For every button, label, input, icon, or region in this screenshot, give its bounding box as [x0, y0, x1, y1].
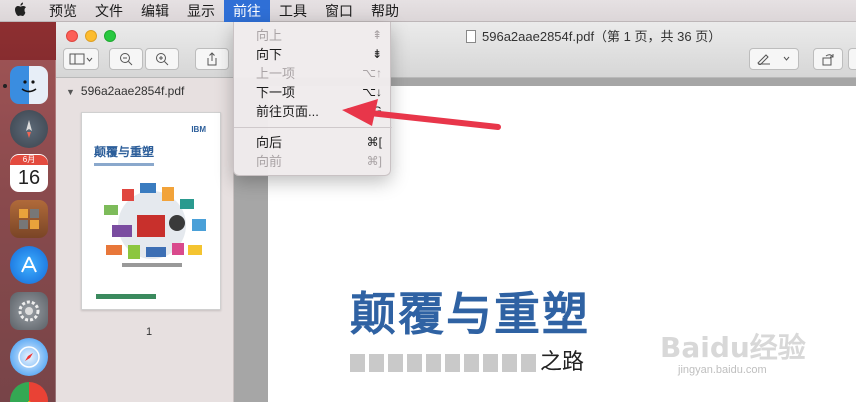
disclosure-triangle-icon[interactable]: ▼ — [66, 87, 75, 97]
thumbnail-logo: IBM — [191, 125, 206, 134]
calendar-icon[interactable]: 6月 16 — [10, 154, 48, 192]
thumbnail-sidebar: ▼ 596a2aae2854f.pdf IBM 颠覆与重塑 1 — [56, 78, 234, 402]
menu-item-shortcut: ⌘] — [366, 154, 382, 168]
share-icon — [207, 52, 217, 66]
go-menu: 向上 ⇞ 向下 ⇟ 上一项 ⌥↑ 下一项 ⌥↓ 前往页面... ⌥⌘G 向后 ⌘[ 向前 ⌘] — [233, 22, 392, 176]
redacted-text-block — [426, 354, 441, 372]
sidebar-icon — [69, 53, 93, 65]
redacted-text-block — [388, 354, 403, 372]
menu-tools[interactable]: 工具 — [270, 0, 316, 22]
menu-item-forward[interactable]: 向前 ⌘] — [234, 152, 392, 171]
dock: 6月 16 — [0, 60, 56, 402]
menu-item-shortcut: ⌘[ — [366, 135, 382, 149]
search-field-edge[interactable] — [848, 48, 856, 70]
menu-item-go-to-page[interactable]: 前往页面... ⌥⌘G — [234, 102, 392, 121]
redacted-text-block — [483, 354, 498, 372]
menu-item-shortcut: ⇟ — [371, 47, 382, 61]
menu-item-label: 向下 — [256, 47, 283, 62]
page-subtitle-visible: 之路 — [540, 349, 585, 374]
thumbnail-footer-logo — [96, 294, 156, 299]
page-thumbnail[interactable]: IBM 颠覆与重塑 — [81, 112, 221, 310]
thumbnail-title: 颠覆与重塑 — [94, 145, 155, 159]
thumbnail-illustration — [104, 183, 206, 267]
page-subtitle: 之路 — [350, 344, 584, 376]
menu-bar: 预览 文件 编辑 显示 前往 工具 窗口 帮助 — [0, 0, 856, 22]
calendar-day: 16 — [17, 167, 41, 189]
document-icon — [466, 30, 476, 43]
apple-icon[interactable] — [0, 2, 40, 20]
menu-file[interactable]: 文件 — [86, 0, 132, 22]
redacted-text-block — [407, 354, 422, 372]
zoom-in-icon — [156, 53, 169, 66]
pen-icon — [757, 54, 790, 65]
sidebar-file-name: 596a2aae2854f.pdf — [80, 84, 185, 98]
menu-item-next[interactable]: 下一项 ⌥↓ — [234, 83, 392, 102]
app-store-icon[interactable] — [10, 246, 48, 284]
share-button[interactable] — [195, 48, 229, 70]
chrome-icon[interactable] — [10, 382, 48, 402]
redacted-text-block — [464, 354, 479, 372]
window-titlebar: 596a2aae2854f.pdf（第 1 页，共 36 页） — [56, 22, 856, 78]
menu-item-shortcut: ⌥⌘G — [346, 104, 382, 118]
zoom-window-button[interactable] — [104, 30, 116, 42]
thumbnail-subtitle-line — [94, 163, 154, 166]
rotate-button[interactable] — [813, 48, 843, 70]
window-title-text: 596a2aae2854f.pdf（第 1 页，共 36 页） — [482, 29, 722, 44]
window-title: 596a2aae2854f.pdf（第 1 页，共 36 页） — [466, 26, 721, 45]
menu-item-label: 向后 — [256, 135, 283, 150]
baidu-watermark-url: jingyan.baidu.com — [678, 364, 767, 376]
zoom-out-icon — [120, 53, 133, 66]
menu-view[interactable]: 显示 — [178, 0, 224, 22]
menu-go[interactable]: 前往 — [224, 0, 270, 22]
menu-item-label: 上一项 — [256, 66, 296, 81]
zoom-in-button[interactable] — [145, 48, 179, 70]
baidu-watermark: Baidu经验 — [660, 331, 806, 364]
menu-item-shortcut: ⇞ — [371, 28, 382, 42]
menu-preview[interactable]: 预览 — [40, 0, 86, 22]
redacted-text-block — [445, 354, 460, 372]
safari-icon[interactable] — [10, 338, 48, 376]
menu-item-previous[interactable]: 上一项 ⌥↑ — [234, 64, 392, 83]
minimize-window-button[interactable] — [85, 30, 97, 42]
menu-item-label: 下一项 — [256, 85, 296, 100]
page-main-title: 颠覆与重塑 — [350, 288, 590, 340]
redacted-text-block — [369, 354, 384, 372]
redacted-text-block — [502, 354, 517, 372]
menu-item-shortcut: ⌥↓ — [362, 85, 382, 99]
menu-item-label: 前往页面... — [256, 104, 319, 119]
sidebar-toggle-button[interactable] — [63, 48, 99, 70]
dock-running-indicator — [3, 84, 7, 88]
menu-window[interactable]: 窗口 — [316, 0, 362, 22]
menu-separator — [234, 127, 392, 128]
redacted-text-block — [521, 354, 536, 372]
sidebar-file-header[interactable]: ▼ 596a2aae2854f.pdf — [66, 84, 184, 98]
menu-edit[interactable]: 编辑 — [132, 0, 178, 22]
menu-item-label: 向前 — [256, 154, 283, 169]
menu-item-back[interactable]: 向后 ⌘[ — [234, 133, 392, 152]
menu-help[interactable]: 帮助 — [362, 0, 408, 22]
thumbnail-page-number: 1 — [146, 326, 153, 338]
calendar-month: 6月 — [10, 155, 48, 165]
redacted-text-block — [350, 354, 365, 372]
menu-item-page-down[interactable]: 向下 ⇟ — [234, 45, 392, 64]
rotate-icon — [822, 54, 834, 66]
calculator-icon[interactable] — [10, 200, 48, 238]
menu-item-shortcut: ⌥↑ — [362, 66, 382, 80]
menu-item-page-up[interactable]: 向上 ⇞ — [234, 26, 392, 45]
menu-item-label: 向上 — [256, 28, 283, 43]
markup-button[interactable] — [749, 48, 799, 70]
system-preferences-icon[interactable] — [10, 292, 48, 330]
finder-icon[interactable] — [10, 66, 48, 104]
launchpad-icon[interactable] — [10, 110, 48, 148]
zoom-out-button[interactable] — [109, 48, 143, 70]
close-window-button[interactable] — [66, 30, 78, 42]
